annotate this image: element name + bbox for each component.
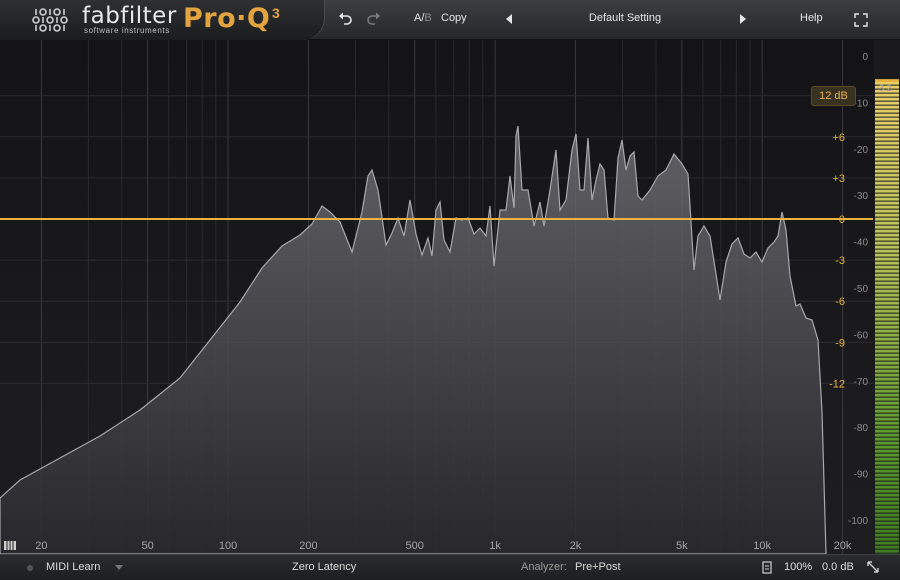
freq-scale-label: 100 <box>219 540 237 552</box>
ab-b-label: B <box>424 12 432 24</box>
logo-plate: fabfilter software instruments Pro·Q 3 <box>0 0 325 40</box>
eq-scale-label: -12 <box>829 378 845 390</box>
eq-scale-label: -9 <box>835 337 845 349</box>
logo-icon <box>32 8 68 32</box>
next-preset-icon[interactable] <box>740 14 746 24</box>
piano-icon[interactable] <box>4 541 16 550</box>
fullscreen-icon[interactable] <box>854 13 868 27</box>
analyzer-scale-label: -20 <box>854 145 869 156</box>
analyzer-scale-label: -100 <box>848 516 868 527</box>
freq-scale-label: 20k <box>834 540 852 552</box>
zoom-value[interactable]: 100% <box>784 561 812 573</box>
analyzer-scale-label: -90 <box>854 470 869 481</box>
bottom-bar: MIDI Learn Zero Latency Analyzer: Pre+Po… <box>0 554 900 580</box>
analyzer-scale-label: -50 <box>854 284 869 295</box>
brand-subtitle: software instruments <box>84 26 170 35</box>
preset-name-button[interactable]: Default Setting <box>540 12 710 24</box>
freq-scale-label: 50 <box>142 540 154 552</box>
freq-scale-label: 200 <box>299 540 317 552</box>
ab-a-label: A/ <box>414 12 425 24</box>
eq-scale-label: 0 <box>839 214 845 226</box>
midi-learn-button[interactable]: MIDI Learn <box>46 561 100 573</box>
display-range-button[interactable]: 12 dB <box>811 86 856 106</box>
redo-icon[interactable] <box>366 10 382 26</box>
freq-scale-label: 500 <box>406 540 424 552</box>
eq-scale-label: +3 <box>832 173 845 185</box>
io-icon[interactable] <box>762 561 772 574</box>
help-button[interactable]: Help <box>800 12 823 24</box>
analyzer-label: Analyzer: <box>521 561 567 573</box>
analyzer-scale-label: 0 <box>862 52 868 63</box>
output-meter-peak-value: -3.2 <box>876 83 892 93</box>
undo-icon[interactable] <box>337 10 353 26</box>
freq-scale-label: 5k <box>676 540 688 552</box>
ab-toggle-button[interactable]: A/B <box>414 12 432 24</box>
freq-scale-label: 10k <box>753 540 771 552</box>
eq-display[interactable]: +9+6+30-3-6-9-12 0-10-20-30-40-50-60-70-… <box>0 40 900 554</box>
output-gain-value[interactable]: 0.0 dB <box>822 561 854 573</box>
header-bar: fabfilter software instruments Pro·Q 3 A… <box>0 0 900 40</box>
copy-button[interactable]: Copy <box>441 12 467 24</box>
spectrum-graph[interactable]: +9+6+30-3-6-9-12 0-10-20-30-40-50-60-70-… <box>0 40 900 554</box>
analyzer-scale-label: -60 <box>854 330 869 341</box>
eq-scale-label: -3 <box>835 255 845 267</box>
analyzer-scale-label: -30 <box>854 191 869 202</box>
output-meter-peak-hold <box>875 79 899 83</box>
midi-dropdown-icon[interactable] <box>115 565 123 570</box>
analyzer-scale-label: -80 <box>854 423 869 434</box>
prev-preset-icon[interactable] <box>506 14 512 24</box>
freq-scale-label: 2k <box>570 540 582 552</box>
analyzer-mode-button[interactable]: Pre+Post <box>575 561 621 573</box>
eq-scale-label: +6 <box>832 132 845 144</box>
resize-icon[interactable] <box>866 560 880 574</box>
analyzer-scale-label: -40 <box>854 238 869 249</box>
processing-mode-button[interactable]: Zero Latency <box>292 561 356 573</box>
analyzer-scale-label: -70 <box>854 377 869 388</box>
freq-scale-label: 1k <box>489 540 501 552</box>
product-version: 3 <box>272 5 280 21</box>
freq-scale-label: 20 <box>35 540 47 552</box>
midi-status-indicator <box>27 565 33 571</box>
eq-scale-label: -6 <box>835 296 845 308</box>
product-name: Pro·Q <box>183 3 271 34</box>
